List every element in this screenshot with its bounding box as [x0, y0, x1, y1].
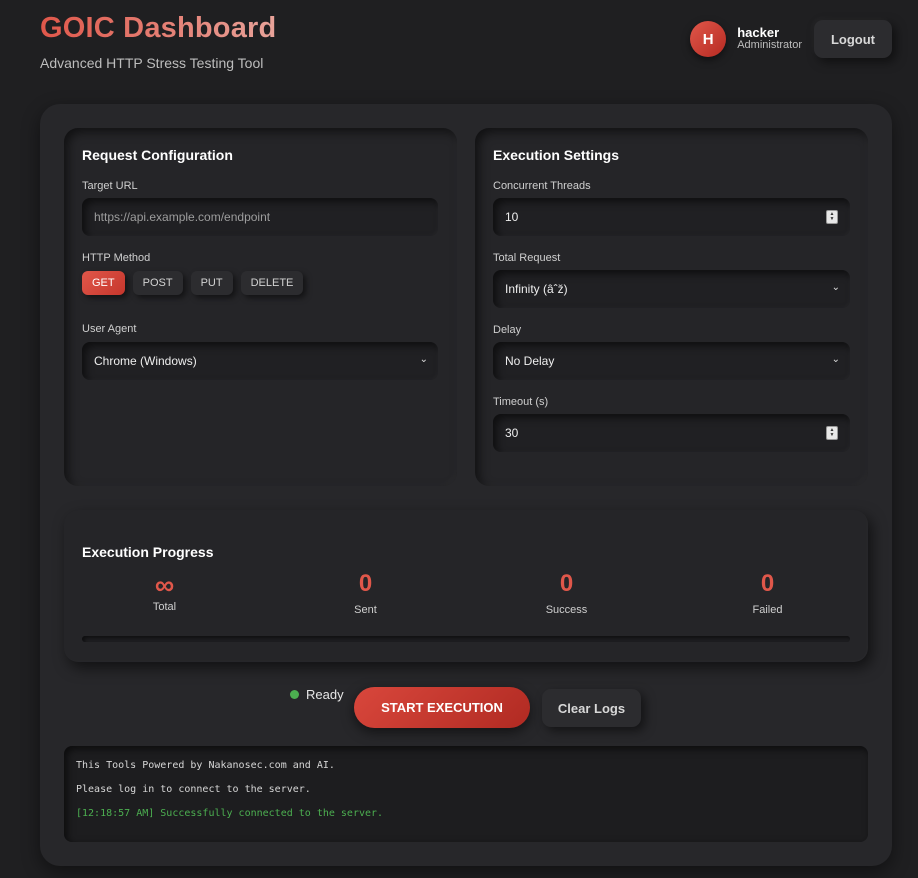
user-role: Administrator	[737, 39, 802, 51]
user-agent-value: Chrome (Windows)	[94, 354, 197, 368]
delay-value: No Delay	[505, 354, 555, 368]
stats-row: ∞ Total 0 Sent 0 Success 0 Failed	[64, 570, 868, 616]
app-subtitle: Advanced HTTP Stress Testing Tool	[40, 55, 264, 71]
start-execution-button[interactable]: START EXECUTION	[354, 687, 530, 728]
threads-spinner-icon[interactable]: ▲ ▼	[826, 210, 838, 224]
method-put-button[interactable]: PUT	[190, 271, 233, 295]
status-dot-icon	[290, 690, 299, 699]
threads-value: 10	[505, 210, 519, 224]
total-request-select[interactable]: Infinity (âˆž) ⌄	[493, 270, 850, 308]
user-agent-select[interactable]: Chrome (Windows) ⌄	[82, 342, 438, 380]
log-console: This Tools Powered by Nakanosec.com and …	[64, 746, 868, 842]
stat-sent-label: Sent	[354, 604, 377, 616]
stat-success-value: 0	[559, 570, 574, 597]
stat-failed-label: Failed	[752, 604, 783, 616]
target-url-placeholder: https://api.example.com/endpoint	[94, 210, 271, 224]
log-line: [12:18:57 AM] Successfully connected to …	[76, 808, 384, 819]
timeout-value: 30	[505, 426, 519, 440]
app-title: GOIC Dashboard	[40, 12, 277, 44]
delay-select[interactable]: No Delay ⌄	[493, 342, 850, 380]
request-config-title: Request Configuration	[82, 147, 233, 163]
timeout-label: Timeout (s)	[493, 396, 549, 408]
user-info: hacker Administrator	[737, 26, 802, 52]
threads-input[interactable]: 10 ▲ ▼	[493, 198, 850, 236]
delay-label: Delay	[493, 324, 522, 336]
progress-bar	[82, 636, 850, 642]
chevron-down-icon: ⌄	[831, 282, 840, 293]
stat-total-label: Total	[152, 601, 177, 613]
stat-total: ∞ Total	[64, 570, 265, 616]
stat-sent-value: 0	[358, 570, 373, 597]
http-method-label: HTTP Method	[82, 252, 151, 264]
status-indicator: Ready	[290, 687, 344, 702]
http-method-group: GET POST PUT DELETE	[82, 271, 304, 295]
clear-logs-button[interactable]: Clear Logs	[542, 689, 641, 727]
stat-total-value: ∞	[154, 570, 175, 600]
method-get-button[interactable]: GET	[82, 271, 125, 295]
timeout-spinner-icon[interactable]: ▲ ▼	[826, 426, 838, 440]
stat-success: 0 Success	[466, 570, 667, 616]
chevron-down-icon: ⌄	[419, 354, 428, 365]
execution-progress-panel: Execution Progress ∞ Total 0 Sent 0 Succ…	[64, 510, 868, 662]
user-name: hacker	[737, 25, 780, 40]
user-agent-label: User Agent	[82, 323, 137, 335]
logout-button[interactable]: Logout	[814, 20, 892, 58]
timeout-input[interactable]: 30 ▲ ▼	[493, 414, 850, 452]
target-url-label: Target URL	[82, 180, 138, 192]
request-config-panel: Request Configuration Target URL https:/…	[64, 128, 457, 486]
execution-progress-title: Execution Progress	[82, 544, 214, 560]
stat-failed: 0 Failed	[667, 570, 868, 616]
target-url-input[interactable]: https://api.example.com/endpoint	[82, 198, 438, 236]
stat-success-label: Success	[545, 604, 588, 616]
user-area: H hacker Administrator Logout	[690, 20, 892, 58]
total-request-label: Total Request	[493, 252, 561, 264]
log-line: This Tools Powered by Nakanosec.com and …	[76, 760, 335, 771]
method-post-button[interactable]: POST	[132, 271, 183, 295]
stat-failed-value: 0	[760, 570, 775, 597]
stat-sent: 0 Sent	[265, 570, 466, 616]
status-text: Ready	[306, 687, 344, 702]
method-delete-button[interactable]: DELETE	[240, 271, 304, 295]
threads-label: Concurrent Threads	[493, 180, 591, 192]
avatar[interactable]: H	[690, 21, 727, 57]
execution-settings-title: Execution Settings	[493, 147, 620, 163]
chevron-down-icon: ⌄	[831, 354, 840, 365]
total-request-value: Infinity (âˆž)	[505, 282, 568, 296]
header: GOIC Dashboard Advanced HTTP Stress Test…	[40, 12, 276, 71]
execution-settings-panel: Execution Settings Concurrent Threads 10…	[475, 128, 868, 486]
log-line: Please log in to connect to the server.	[76, 784, 311, 795]
